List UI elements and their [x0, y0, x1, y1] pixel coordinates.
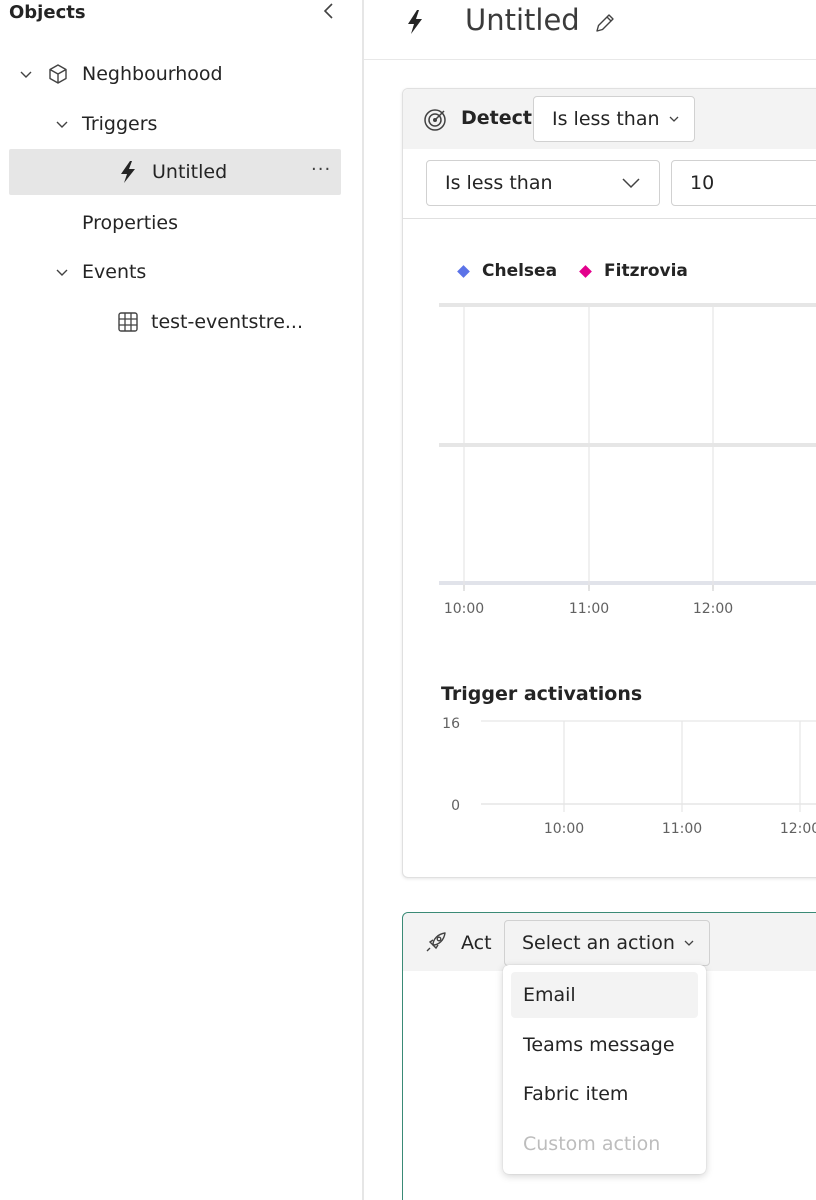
- detect-mode-dropdown[interactable]: Is less than: [533, 96, 695, 142]
- condition-value: Is less than: [445, 172, 553, 194]
- trigger-activations-title: Trigger activations: [441, 683, 643, 705]
- activations-chart: 16 0 10:00 11:00 12:00: [442, 716, 816, 837]
- page-title: Untitled: [465, 3, 580, 37]
- cube-icon: [46, 62, 70, 86]
- tree-item-untitled-trigger[interactable]: Untitled ···: [9, 149, 341, 195]
- tree-item-events[interactable]: Events: [54, 249, 348, 295]
- chevron-down-icon[interactable]: [54, 264, 70, 280]
- detect-card: Detect Is less than Is less than 10 Chel…: [402, 88, 816, 878]
- menu-item-custom-action: Custom action: [523, 1133, 661, 1155]
- radar-icon: [422, 107, 448, 133]
- objects-sidebar: Objects Neghbourhood Triggers Untitled ·…: [0, 0, 362, 1200]
- threshold-value: 10: [690, 172, 715, 194]
- rocket-icon: [424, 930, 448, 954]
- x-ticks: 10:00 11:00 12:00: [444, 585, 733, 617]
- tree-item-eventstream[interactable]: test-eventstre...: [117, 299, 348, 345]
- x-tick-label: 10:00: [544, 821, 584, 837]
- tree-item-triggers[interactable]: Triggers: [54, 101, 348, 147]
- grid-vertical: [463, 307, 714, 589]
- x-tick-label: 11:00: [569, 601, 609, 617]
- tree-item-label: Neghbourhood: [82, 63, 223, 85]
- gridline: [439, 443, 816, 447]
- grid-horizontal: [439, 303, 816, 585]
- y-tick-label: 0: [451, 798, 460, 814]
- chevron-down-icon: [683, 937, 695, 949]
- detect-label: Detect: [461, 107, 532, 129]
- chevron-down-icon[interactable]: [18, 66, 34, 82]
- editor-header: Untitled: [364, 0, 816, 60]
- select-action-label: Select an action: [522, 932, 675, 954]
- tree-item-label: Properties: [82, 212, 179, 234]
- sidebar-title: Objects: [9, 2, 86, 23]
- legend-marker: [579, 264, 592, 278]
- tree-item-neighbourhood[interactable]: Neghbourhood: [18, 51, 348, 97]
- x-tick-label: 12:00: [780, 821, 816, 837]
- tree-item-label: Untitled: [152, 161, 228, 183]
- menu-item-fabric-item[interactable]: Fabric item: [511, 1071, 698, 1117]
- tree-item-label: Events: [82, 261, 147, 283]
- act-label: Act: [461, 932, 492, 954]
- legend-marker: [457, 264, 470, 278]
- y-tick-label: 16: [442, 716, 460, 732]
- table-icon: [117, 311, 139, 333]
- threshold-input[interactable]: 10: [671, 160, 816, 206]
- collapse-sidebar-button[interactable]: [318, 0, 340, 24]
- pencil-icon: [596, 14, 614, 32]
- lightning-icon: [404, 9, 426, 35]
- tree-item-label: Triggers: [82, 113, 158, 135]
- lightning-icon: [117, 160, 139, 184]
- act-header: Act Select an action: [403, 913, 816, 971]
- legend-label: Fitzrovia: [604, 261, 688, 281]
- select-action-dropdown[interactable]: Select an action: [504, 920, 710, 966]
- legend-label: Chelsea: [482, 261, 558, 281]
- condition-dropdown[interactable]: Is less than: [426, 160, 660, 206]
- chevron-left-icon: [323, 3, 333, 19]
- gridline: [439, 303, 816, 307]
- detect-mode-value: Is less than: [552, 108, 660, 130]
- more-options-button[interactable]: ···: [311, 159, 331, 180]
- edit-name-button[interactable]: [592, 10, 618, 36]
- x-tick-label: 11:00: [662, 821, 702, 837]
- tree-item-properties[interactable]: Properties: [82, 200, 348, 246]
- gridline: [439, 581, 816, 585]
- chevron-down-icon[interactable]: [54, 116, 70, 132]
- detect-chart: 10:00 11:00 12:00: [439, 303, 816, 617]
- legend-item-fitzrovia[interactable]: Fitzrovia: [579, 261, 688, 281]
- chevron-down-icon: [668, 113, 680, 125]
- x-tick-label: 10:00: [444, 601, 484, 617]
- action-menu: Email Teams message Fabric item Custom a…: [503, 965, 706, 1174]
- menu-item-teams-message[interactable]: Teams message: [511, 1022, 698, 1068]
- condition-row: Is less than 10: [403, 149, 816, 219]
- tree-item-label: test-eventstre...: [151, 311, 304, 333]
- x-tick-label: 12:00: [693, 601, 733, 617]
- legend-item-chelsea[interactable]: Chelsea: [457, 261, 558, 281]
- chevron-down-icon: [621, 175, 641, 191]
- menu-item-email[interactable]: Email: [511, 972, 698, 1018]
- detect-header: Detect Is less than: [403, 89, 816, 149]
